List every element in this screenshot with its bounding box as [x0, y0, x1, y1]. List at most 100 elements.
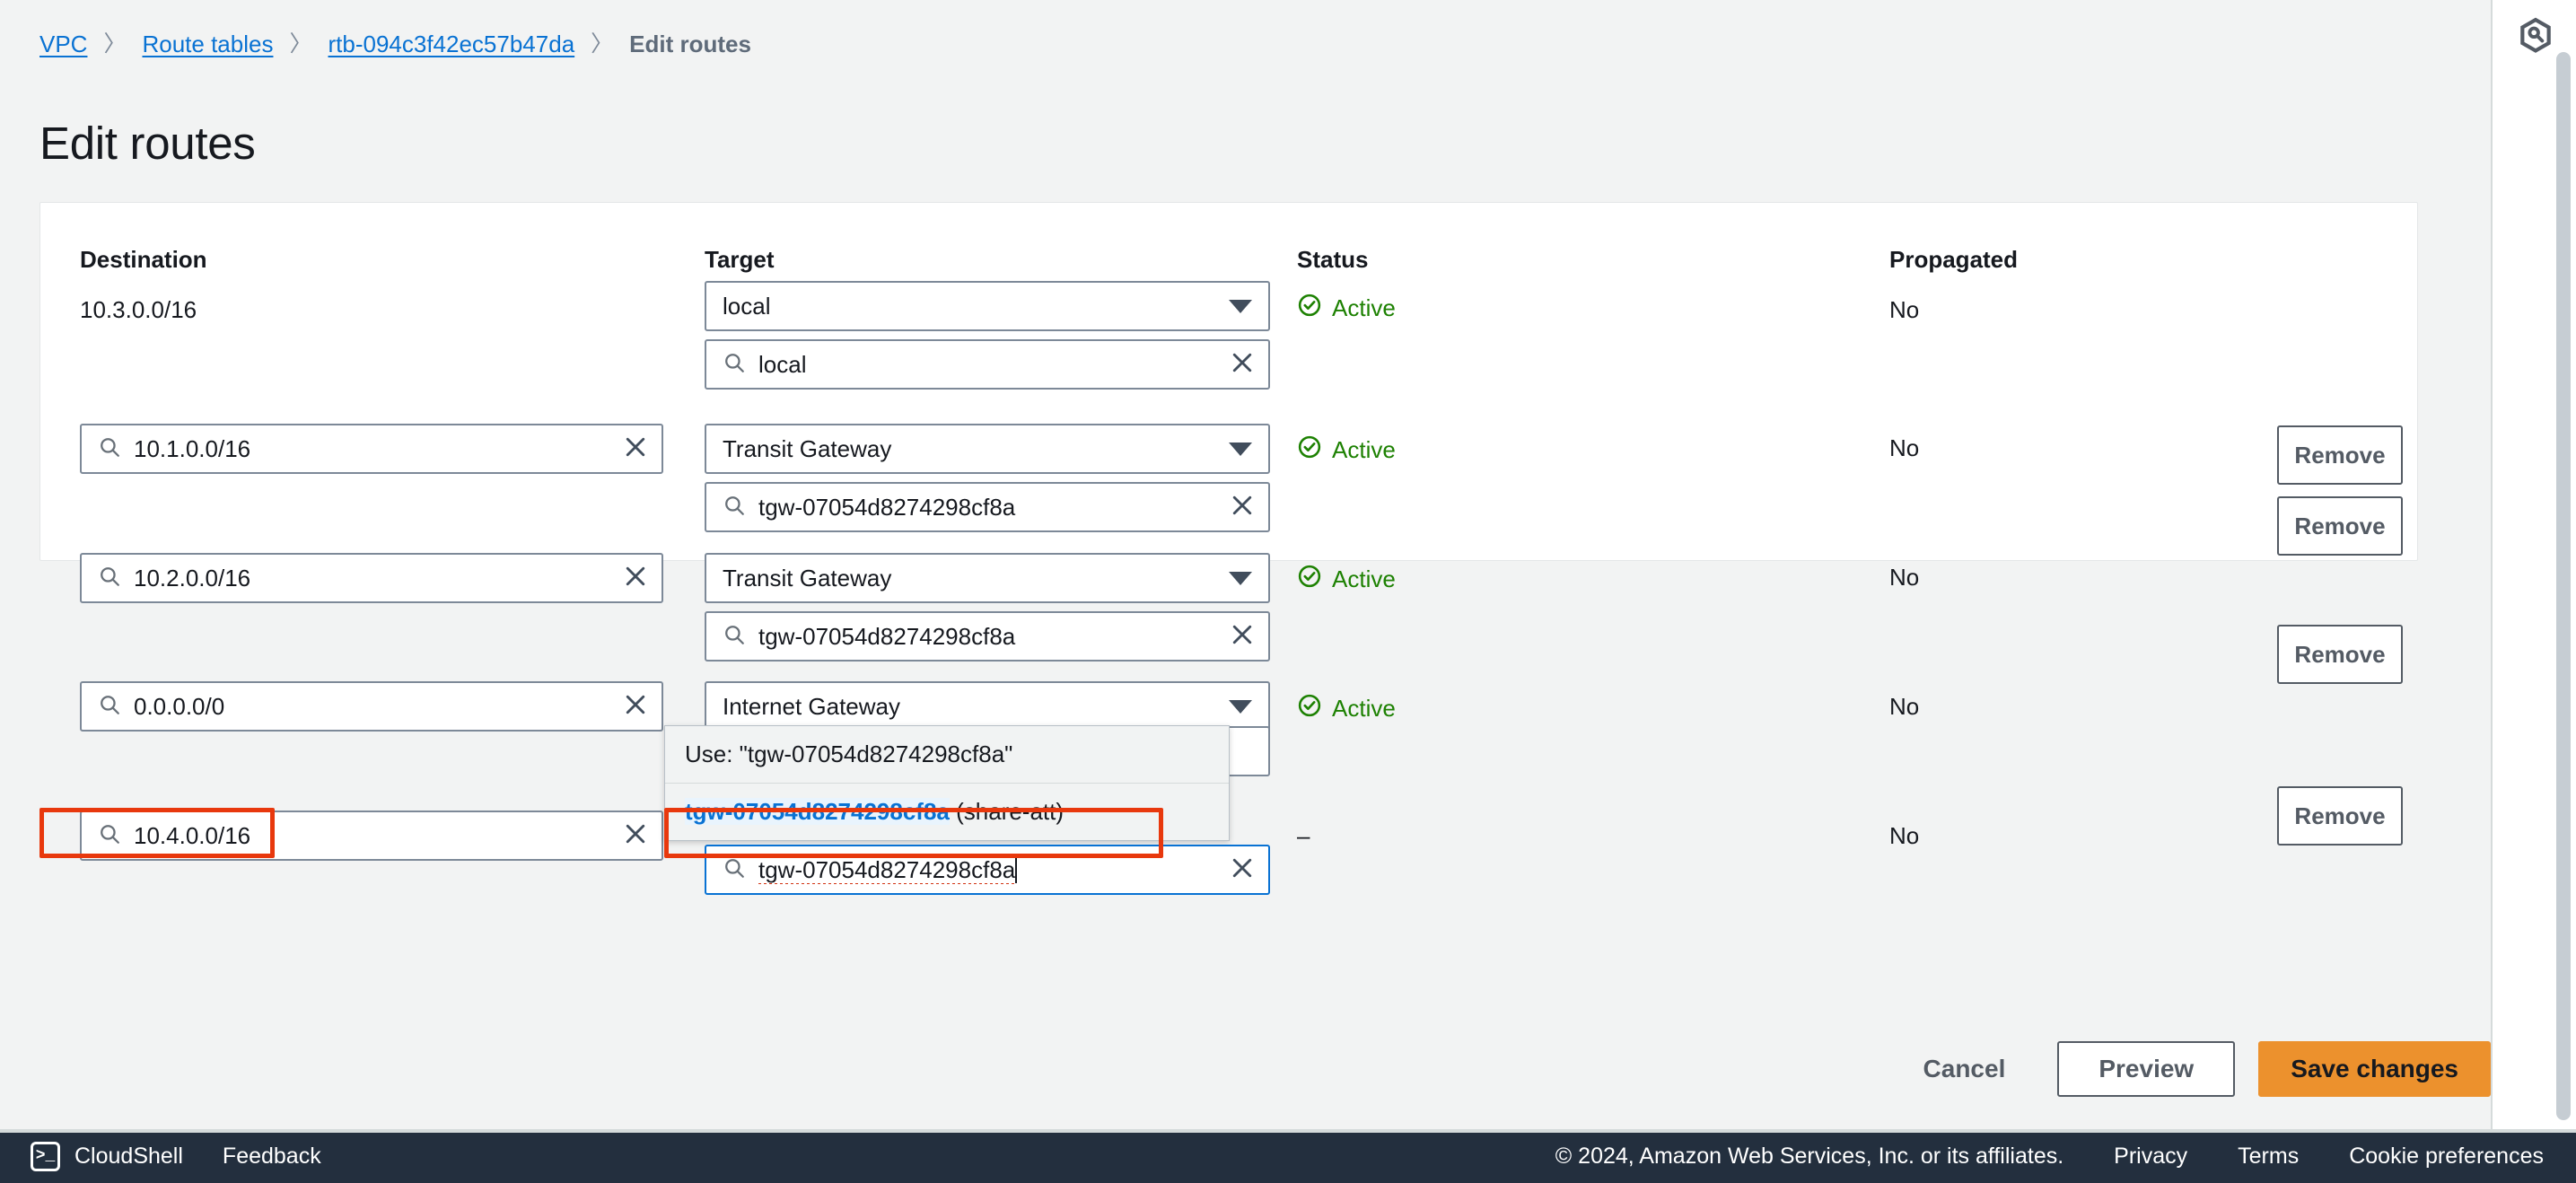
target-search-input-row-1[interactable]: local: [705, 339, 1270, 390]
search-icon: [723, 856, 746, 884]
cloudshell-label: CloudShell: [74, 1143, 183, 1169]
target-search-input-row-2[interactable]: tgw-07054d8274298cf8a: [705, 482, 1270, 532]
footer-top-divider: [0, 1129, 2576, 1133]
status-label-row-4: Active: [1332, 695, 1396, 722]
destination-input-row-4[interactable]: 0.0.0.0/0: [80, 681, 663, 732]
target-search-value-row-3: tgw-07054d8274298cf8a: [758, 622, 1016, 650]
target-search-input-row-5[interactable]: tgw-07054d8274298cf8a: [705, 845, 1270, 895]
search-icon: [98, 693, 121, 721]
breadcrumb-chevron-icon: 〉: [289, 31, 312, 57]
search-icon: [98, 822, 121, 850]
cookie-preferences-link[interactable]: Cookie preferences: [2349, 1144, 2544, 1170]
status-row-5: –: [1297, 822, 1310, 849]
status-row-1: Active: [1297, 293, 1396, 324]
target-suggestions-dropdown: Use: "tgw-07054d8274298cf8a" tgw-07054d8…: [664, 725, 1230, 841]
column-header-status: Status: [1297, 246, 1369, 273]
copyright-text: © 2024, Amazon Web Services, Inc. or its…: [1555, 1143, 2064, 1169]
breadcrumb-item-current: Edit routes: [629, 31, 751, 57]
chevron-down-icon: [1229, 299, 1252, 313]
search-icon: [723, 351, 746, 379]
breadcrumb-chevron-icon: 〉: [103, 31, 127, 57]
status-row-3: Active: [1297, 564, 1396, 595]
dropdown-option-tgw-suggestion[interactable]: tgw-07054d8274298cf8a (share-att): [665, 783, 1229, 840]
target-search-value-row-1: local: [758, 350, 807, 378]
aws-console-edit-routes-page: VPC 〉 Route tables 〉 rtb-094c3f42ec57b47…: [0, 0, 2576, 1183]
status-label-row-3: Active: [1332, 565, 1396, 592]
propagated-value-row-5: No: [1889, 822, 1920, 849]
target-search-value-row-2: tgw-07054d8274298cf8a: [758, 493, 1016, 521]
destination-value-row-4: 0.0.0.0/0: [134, 692, 225, 720]
target-type-select-value-row-2: Transit Gateway: [723, 434, 892, 462]
target-search-input-row-3[interactable]: tgw-07054d8274298cf8a: [705, 611, 1270, 662]
remove-button-row-5[interactable]: Remove: [2277, 786, 2403, 846]
footer-right-group: © 2024, Amazon Web Services, Inc. or its…: [1555, 1144, 2576, 1170]
destination-input-row-3[interactable]: 10.2.0.0/16: [80, 553, 663, 603]
clear-icon[interactable]: [622, 820, 649, 852]
feedback-link[interactable]: Feedback: [223, 1144, 321, 1170]
remove-button-row-4[interactable]: Remove: [2277, 625, 2403, 684]
chevron-down-icon: [1229, 699, 1252, 714]
status-label-row-1: Active: [1332, 294, 1396, 321]
save-changes-button[interactable]: Save changes: [2258, 1041, 2491, 1097]
target-type-select-row-4[interactable]: Internet Gateway: [705, 681, 1270, 732]
column-header-propagated: Propagated: [1889, 246, 2019, 273]
page-title: Edit routes: [39, 118, 256, 170]
clear-icon[interactable]: [622, 563, 649, 594]
destination-input-row-2[interactable]: 10.1.0.0/16: [80, 424, 663, 474]
propagated-value-row-1: No: [1889, 296, 1920, 323]
breadcrumb-item-route-table-id[interactable]: rtb-094c3f42ec57b47da: [328, 32, 574, 56]
target-type-select-row-3[interactable]: Transit Gateway: [705, 553, 1270, 603]
breadcrumb-item-vpc[interactable]: VPC: [39, 32, 87, 56]
clear-icon[interactable]: [1229, 492, 1256, 523]
propagated-value-row-2: No: [1889, 434, 1920, 461]
clear-icon[interactable]: [1229, 621, 1256, 653]
status-row-2: Active: [1297, 434, 1396, 466]
clear-icon[interactable]: [1229, 349, 1256, 381]
clear-icon[interactable]: [1229, 854, 1256, 886]
search-icon: [723, 623, 746, 651]
footer-left-group: >_ CloudShell Feedback: [0, 1141, 321, 1171]
destination-value-row-2: 10.1.0.0/16: [134, 434, 251, 462]
propagated-value-row-3: No: [1889, 564, 1920, 591]
cancel-button[interactable]: Cancel: [1893, 1045, 2037, 1093]
destination-value-row-5: 10.4.0.0/16: [134, 821, 251, 849]
status-check-icon: [1297, 693, 1322, 724]
console-footer: >_ CloudShell Feedback © 2024, Amazon We…: [0, 1129, 2576, 1183]
chevron-down-icon: [1229, 571, 1252, 585]
propagated-value-row-4: No: [1889, 693, 1920, 720]
search-icon: [98, 435, 121, 463]
status-row-4: Active: [1297, 693, 1396, 724]
page-scrollbar[interactable]: [2556, 52, 2571, 1120]
breadcrumb-chevron-icon: 〉: [591, 31, 614, 57]
cloudshell-terminal-icon: >_: [31, 1141, 60, 1171]
cloudshell-button[interactable]: >_ CloudShell: [31, 1141, 183, 1171]
target-type-select-row-2[interactable]: Transit Gateway: [705, 424, 1270, 474]
terms-link[interactable]: Terms: [2238, 1144, 2299, 1170]
breadcrumb: VPC 〉 Route tables 〉 rtb-094c3f42ec57b47…: [39, 32, 751, 56]
column-header-destination: Destination: [80, 246, 207, 273]
dropdown-option-use-literal[interactable]: Use: "tgw-07054d8274298cf8a": [665, 726, 1229, 783]
chevron-down-icon: [1229, 442, 1252, 456]
clear-icon[interactable]: [622, 434, 649, 465]
target-type-select-row-1[interactable]: local: [705, 281, 1270, 331]
dropdown-option-suffix-text: (share-att): [949, 798, 1065, 825]
column-header-target: Target: [705, 246, 775, 273]
privacy-link[interactable]: Privacy: [2114, 1144, 2187, 1170]
target-type-select-value-row-1: local: [723, 292, 771, 320]
dropdown-option-match-text: tgw-07054d8274298cf8a: [685, 798, 950, 825]
preview-button[interactable]: Preview: [2057, 1041, 2236, 1097]
breadcrumb-item-route-tables[interactable]: Route tables: [142, 32, 273, 56]
destination-value-row-1: 10.3.0.0/16: [80, 296, 197, 323]
target-type-select-value-row-3: Transit Gateway: [723, 564, 892, 592]
edit-routes-card: Destination Target Status Propagated 10.…: [39, 202, 2418, 1183]
status-check-icon: [1297, 434, 1322, 466]
search-icon: [98, 565, 121, 592]
destination-input-row-5[interactable]: 10.4.0.0/16: [80, 811, 663, 861]
status-check-icon: [1297, 293, 1322, 324]
destination-value-row-3: 10.2.0.0/16: [134, 564, 251, 592]
form-actions: Cancel Preview Save changes: [1893, 1041, 2491, 1097]
remove-button-row-2[interactable]: Remove: [2277, 425, 2403, 485]
remove-button-row-3[interactable]: Remove: [2277, 496, 2403, 556]
clear-icon[interactable]: [622, 691, 649, 723]
aws-assistant-hexagon-icon[interactable]: [2516, 16, 2555, 56]
